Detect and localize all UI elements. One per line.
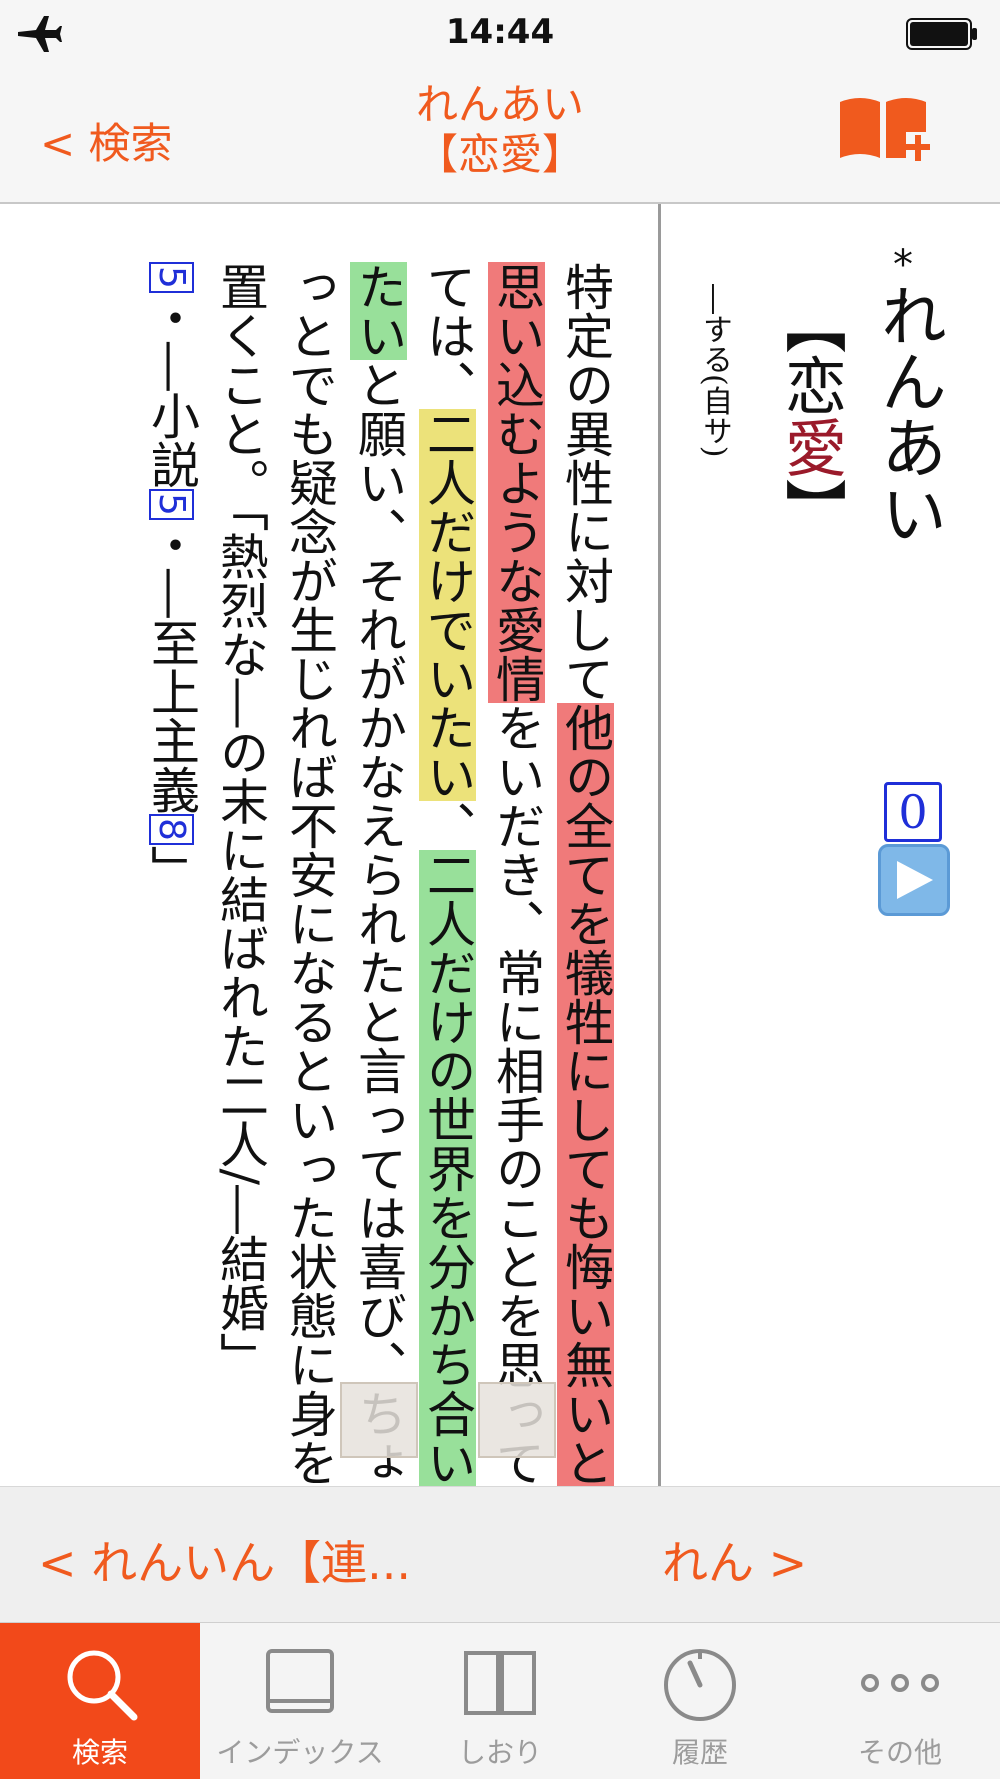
navigation-bar: < 検索 れんあい 【恋愛】 [0, 70, 1000, 204]
definition-segment: 、 [419, 801, 476, 850]
selection-handle-end[interactable] [478, 1382, 556, 1458]
tab-bookmarks[interactable]: しおり [400, 1623, 600, 1779]
status-bar: 14:44 [0, 0, 1000, 70]
tab-search[interactable]: 検索 [0, 1623, 200, 1779]
bookmark-open-book-icon [464, 1651, 536, 1715]
tab-label: その他 [857, 1736, 942, 1769]
play-icon [897, 861, 933, 899]
compound-word: ・―至上主義 [143, 519, 200, 814]
previous-entry-button[interactable]: < れんいん【連... [38, 1527, 411, 1593]
book-icon [266, 1649, 334, 1713]
tab-more[interactable]: その他 [800, 1623, 1000, 1779]
definition-segment: と願い、それがかなえられたと言っては喜び、ちょっとでも疑念が生じれば不安になると… [212, 262, 407, 1487]
accent-badge[interactable]: 0 [884, 782, 942, 842]
definition-segment: 特定の異性に対して [557, 262, 614, 703]
next-entry-button[interactable]: れん > [662, 1527, 807, 1593]
definition-text: 特定の異性に対して他の全てを犠牲にしても悔い無いと思い込むような愛情をいだき、常… [120, 262, 620, 1502]
status-time: 14:44 [445, 12, 555, 52]
entry-content[interactable]: 特定の異性に対して他の全てを犠牲にしても悔い無いと思い込むような愛情をいだき、常… [0, 204, 1000, 1487]
title-reading: れんあい [415, 80, 584, 129]
column-divider [658, 204, 661, 1486]
tab-label: 履歴 [671, 1736, 728, 1769]
play-audio-button[interactable] [878, 844, 950, 916]
tab-label: 検索 [71, 1736, 128, 1769]
headword: れんあい [870, 282, 947, 546]
ref-link[interactable]: 5 [149, 262, 194, 293]
highlight-yellow[interactable]: 二人だけでいたい [419, 409, 476, 801]
kanji-red: 愛 [774, 416, 847, 478]
usage-note: ―する(自サ) [697, 284, 732, 458]
history-dial-icon [664, 1649, 736, 1721]
highlight-red[interactable]: 他の全てを犠牲にしても悔い無い [557, 703, 614, 1438]
tab-index[interactable]: インデックス [200, 1623, 400, 1779]
add-bookmark-icon[interactable] [836, 92, 932, 172]
back-to-search-button[interactable]: < 検索 [40, 110, 173, 171]
compound-word: 」 [143, 844, 200, 894]
selection-handle-start[interactable] [340, 1382, 418, 1458]
compound-word: ・―小説 [143, 292, 200, 489]
more-dots-icon [861, 1674, 939, 1692]
kanji-open: 【恋 [774, 292, 847, 416]
tab-bar: 検索 インデックス しおり 履歴 その他 [0, 1622, 1000, 1779]
ref-link[interactable]: 5 [149, 488, 194, 520]
headword-kanji: 【恋愛】 [770, 292, 850, 540]
tab-label: しおり [457, 1736, 542, 1769]
page-title: れんあい 【恋愛】 [300, 80, 700, 180]
ref-link[interactable]: 8 [149, 813, 194, 845]
kanji-close: 】 [774, 478, 847, 540]
tab-label: インデックス [216, 1736, 384, 1769]
title-kanji: 【恋愛】 [415, 130, 584, 179]
entry-pager: < れんいん【連... れん > [0, 1486, 1000, 1623]
tab-history[interactable]: 履歴 [600, 1623, 800, 1779]
battery-icon [906, 18, 977, 50]
search-icon [67, 1650, 138, 1721]
